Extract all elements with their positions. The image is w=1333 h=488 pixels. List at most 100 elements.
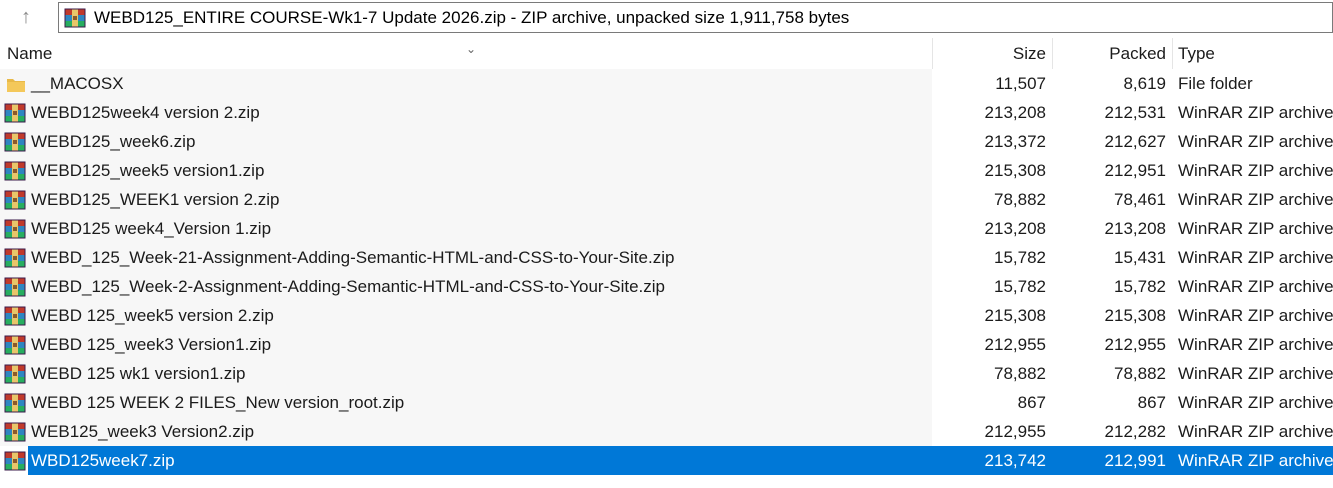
file-packed-size: 212,282 — [1104, 422, 1166, 441]
file-packed-size: 867 — [1137, 393, 1166, 412]
file-row[interactable]: WEBD 125 WEEK 2 FILES_New version_root.z… — [0, 388, 1333, 417]
file-name: WEBD_125_Week-2-Assignment-Adding-Semant… — [31, 277, 665, 296]
file-row[interactable]: __MACOSX 11,507 8,619 File folder — [0, 69, 1333, 98]
file-row[interactable]: WEBD_125_Week-2-Assignment-Adding-Semant… — [0, 272, 1333, 301]
file-type: WinRAR ZIP archive — [1178, 422, 1333, 441]
winrar-archive-icon — [4, 132, 26, 152]
file-name: WEBD125_week5 version1.zip — [31, 161, 265, 180]
winrar-archive-icon — [4, 306, 26, 326]
file-row[interactable]: WEBD 125_week3 Version1.zip 212,955 212,95… — [0, 330, 1333, 359]
sort-chevron-icon: ⌄ — [466, 42, 477, 56]
file-size: 78,882 — [994, 364, 1046, 383]
file-row[interactable]: WEBD 125_week5 version 2.zip 215,308 215,3… — [0, 301, 1333, 330]
column-header-size[interactable]: Size — [932, 38, 1046, 69]
file-name: WEBD125_WEEK1 version 2.zip — [31, 190, 280, 209]
winrar-archive-icon — [4, 422, 26, 442]
file-list: __MACOSX 11,507 8,619 File folder WEBD125wee… — [0, 69, 1333, 475]
winrar-archive-icon — [4, 103, 26, 123]
file-type: WinRAR ZIP archive — [1178, 306, 1333, 325]
file-size: 867 — [1017, 393, 1046, 412]
file-name: WBD125week7.zip — [31, 451, 175, 470]
winrar-archive-icon — [4, 248, 26, 268]
file-size: 215,308 — [984, 306, 1046, 325]
file-row[interactable]: WEB125_week3 Version2.zip 212,955 212,282 W… — [0, 417, 1333, 446]
file-packed-size: 15,431 — [1114, 248, 1166, 267]
file-type: WinRAR ZIP archive — [1178, 393, 1333, 412]
file-name: WEB125_week3 Version2.zip — [31, 422, 255, 441]
file-name: WEBD125week4 version 2.zip — [31, 103, 260, 122]
column-header-packed[interactable]: Packed — [1052, 38, 1166, 69]
file-size: 213,372 — [984, 132, 1046, 151]
column-header-type-label: Type — [1178, 44, 1215, 63]
file-size: 78,882 — [994, 190, 1046, 209]
file-size: 213,208 — [984, 219, 1046, 238]
column-header-size-label: Size — [1012, 44, 1046, 63]
file-packed-size: 212,951 — [1104, 161, 1166, 180]
winrar-archive-icon — [4, 451, 26, 471]
file-type: WinRAR ZIP archive — [1178, 103, 1333, 122]
winrar-archive-icon — [4, 190, 26, 210]
file-size: 212,955 — [984, 335, 1046, 354]
file-size: 213,208 — [984, 103, 1046, 122]
file-row[interactable]: WEBD125_week6.zip 213,372 212,627 WinRAR ZI… — [0, 127, 1333, 156]
file-type: File folder — [1178, 74, 1253, 93]
file-row[interactable]: WBD125week7.zip 213,742 212,991 WinRAR ZIP … — [0, 446, 1333, 475]
up-arrow-icon: ↑ — [21, 5, 31, 28]
file-name: WEBD 125 wk1 version1.zip — [31, 364, 246, 383]
winrar-archive-icon — [4, 219, 26, 239]
column-header-name[interactable]: Name ⌄ — [7, 38, 927, 69]
column-divider[interactable] — [1172, 38, 1173, 69]
winrar-archive-icon — [64, 8, 86, 28]
file-packed-size: 8,619 — [1123, 74, 1166, 93]
folder-icon — [6, 74, 28, 94]
file-type: WinRAR ZIP archive — [1178, 161, 1333, 180]
file-row[interactable]: WEBD125_week5 version1.zip 215,308 212,951… — [0, 156, 1333, 185]
column-header-type[interactable]: Type — [1178, 38, 1333, 69]
file-size: 213,742 — [984, 451, 1046, 470]
file-row[interactable]: WEBD125week4 version 2.zip 213,208 212,531… — [0, 98, 1333, 127]
file-name: WEBD125 week4_Version 1.zip — [31, 219, 272, 238]
file-type: WinRAR ZIP archive — [1178, 132, 1333, 151]
file-type: WinRAR ZIP archive — [1178, 277, 1333, 296]
file-packed-size: 212,955 — [1104, 335, 1166, 354]
file-type: WinRAR ZIP archive — [1178, 219, 1333, 238]
file-type: WinRAR ZIP archive — [1178, 190, 1333, 209]
winrar-archive-icon — [4, 364, 26, 384]
file-packed-size: 212,627 — [1104, 132, 1166, 151]
file-type: WinRAR ZIP archive — [1178, 248, 1333, 267]
file-size: 15,782 — [994, 248, 1046, 267]
file-type: WinRAR ZIP archive — [1178, 335, 1333, 354]
file-packed-size: 78,461 — [1114, 190, 1166, 209]
file-name: WEBD 125_week5 version 2.zip — [31, 306, 274, 325]
file-row[interactable]: WEBD125 week4_Version 1.zip 213,208 213,20… — [0, 214, 1333, 243]
file-packed-size: 212,991 — [1104, 451, 1166, 470]
file-row[interactable]: WEBD125_WEEK1 version 2.zip 78,882 78,461 W… — [0, 185, 1333, 214]
winrar-archive-icon — [4, 393, 26, 413]
file-name: WEBD_125_Week-21-Assignment-Adding-Seman… — [31, 248, 675, 267]
file-packed-size: 212,531 — [1104, 103, 1166, 122]
file-packed-size: 215,308 — [1104, 306, 1166, 325]
column-header: Name ⌄ Size Packed Type — [0, 38, 1333, 69]
file-type: WinRAR ZIP archive — [1178, 451, 1333, 470]
name-cell-background — [0, 69, 932, 98]
winrar-archive-icon — [4, 161, 26, 181]
archive-path-text: WEBD125_ENTIRE COURSE-Wk1-7 Update 2026.… — [94, 7, 850, 27]
column-header-name-label: Name — [7, 44, 53, 63]
file-packed-size: 78,882 — [1114, 364, 1166, 383]
file-name: WEBD 125_week3 Version1.zip — [31, 335, 272, 354]
file-name: __MACOSX — [31, 74, 124, 93]
file-name: WEBD 125 WEEK 2 FILES_New version_root.z… — [31, 393, 405, 412]
path-bar: ↑ WEBD125_ENTIRE COURSE-Wk1-7 Update 202… — [0, 0, 1333, 36]
file-size: 11,507 — [995, 74, 1046, 93]
file-name: WEBD125_week6.zip — [31, 132, 196, 151]
up-folder-button[interactable]: ↑ — [10, 5, 42, 29]
file-packed-size: 213,208 — [1104, 219, 1166, 238]
archive-path-field[interactable]: WEBD125_ENTIRE COURSE-Wk1-7 Update 2026.… — [58, 2, 1333, 33]
file-packed-size: 15,782 — [1114, 277, 1166, 296]
file-row[interactable]: WEBD_125_Week-21-Assignment-Adding-Seman… — [0, 243, 1333, 272]
file-size: 15,782 — [994, 277, 1046, 296]
file-type: WinRAR ZIP archive — [1178, 364, 1333, 383]
winrar-archive-icon — [4, 335, 26, 355]
file-row[interactable]: WEBD 125 wk1 version1.zip 78,882 78,882 Win… — [0, 359, 1333, 388]
column-header-packed-label: Packed — [1109, 44, 1166, 63]
